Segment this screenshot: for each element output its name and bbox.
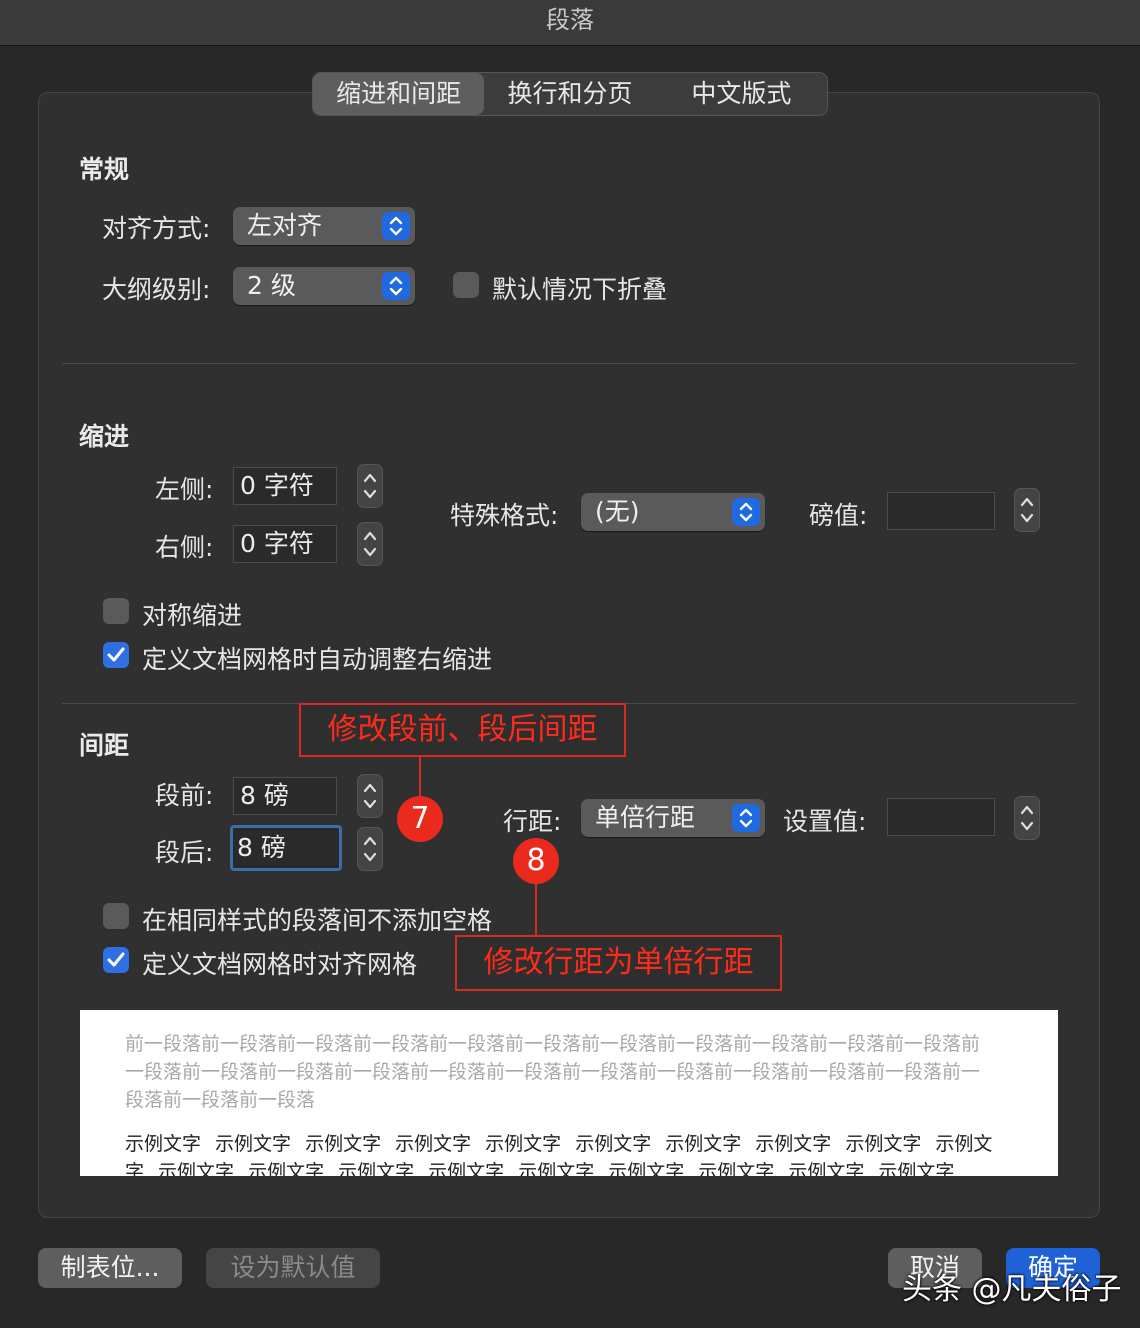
tab-indent-spacing[interactable]: 缩进和间距 [313, 73, 485, 115]
indent-by-input[interactable] [887, 492, 995, 530]
line-spacing-at-input[interactable] [887, 798, 995, 836]
annotation-badge-7: 7 [397, 796, 443, 842]
auto-right-indent-checkbox[interactable] [103, 642, 129, 668]
up-down-chevron-icon [732, 804, 760, 832]
alignment-value: 左对齐 [247, 211, 323, 240]
stepper-arrows-icon [363, 783, 377, 809]
auto-right-indent-label: 定义文档网格时自动调整右缩进 [142, 645, 493, 674]
mirror-indent-label: 对称缩进 [142, 601, 243, 630]
special-indent-value: (无) [595, 497, 640, 526]
window-title: 段落 [0, 0, 1140, 46]
space-after-input[interactable]: 8 磅 [230, 825, 342, 871]
line-spacing-value: 单倍行距 [595, 803, 696, 832]
stepper-arrows-icon [363, 836, 377, 862]
special-indent-select[interactable]: (无) [581, 493, 765, 531]
general-section-title: 常规 [79, 155, 130, 184]
up-down-chevron-icon [382, 272, 410, 300]
annotation-connector [535, 884, 537, 936]
outline-level-label: 大纲级别: [102, 275, 211, 304]
no-space-same-style-checkbox[interactable] [103, 903, 129, 929]
tab-asian-typography[interactable]: 中文版式 [656, 73, 827, 115]
snap-to-grid-label: 定义文档网格时对齐网格 [142, 950, 418, 979]
collapse-by-default-checkbox[interactable] [453, 272, 479, 298]
stepper-arrows-icon [363, 473, 377, 499]
line-spacing-select[interactable]: 单倍行距 [581, 799, 765, 837]
annotation-badge-8: 8 [513, 838, 559, 884]
space-before-input[interactable]: 8 磅 [233, 777, 337, 815]
checkmark-icon [107, 952, 125, 967]
line-spacing-at-label: 设置值: [783, 807, 867, 836]
space-before-label: 段前: [155, 781, 214, 810]
indent-by-label: 磅值: [809, 501, 868, 530]
set-default-button[interactable]: 设为默认值 [206, 1248, 380, 1288]
tab-bar: 缩进和间距 换行和分页 中文版式 [312, 72, 828, 116]
indent-section-title: 缩进 [79, 422, 130, 451]
left-indent-stepper[interactable] [357, 464, 383, 508]
alignment-select[interactable]: 左对齐 [233, 207, 415, 245]
line-spacing-label: 行距: [503, 807, 562, 836]
space-after-stepper[interactable] [357, 827, 383, 871]
tab-line-page-breaks[interactable]: 换行和分页 [484, 73, 655, 115]
section-divider [62, 363, 1076, 364]
preview-previous-paragraph: 前一段落前一段落前一段落前一段落前一段落前一段落前一段落前一段落前一段落前一段落… [125, 1033, 981, 1111]
no-space-same-style-label: 在相同样式的段落间不添加空格 [142, 906, 493, 935]
up-down-chevron-icon [732, 498, 760, 526]
left-indent-label: 左侧: [155, 475, 214, 504]
checkmark-icon [107, 647, 125, 662]
space-after-label: 段后: [155, 838, 214, 867]
stepper-arrows-icon [363, 531, 377, 557]
annotation-box-line-spacing: 修改行距为单倍行距 [455, 935, 782, 991]
preview-sample-text: 示例文字 示例文字 示例文字 示例文字 示例文字 示例文字 示例文字 示例文字 … [125, 1133, 993, 1176]
spacing-section-title: 间距 [79, 731, 130, 760]
right-indent-input[interactable]: 0 字符 [233, 525, 337, 563]
stepper-arrows-icon [1020, 497, 1034, 523]
right-indent-stepper[interactable] [357, 522, 383, 566]
collapse-by-default-label: 默认情况下折叠 [492, 275, 668, 304]
mirror-indent-checkbox[interactable] [103, 598, 129, 624]
indent-by-stepper[interactable] [1014, 488, 1040, 532]
annotation-box-spacing: 修改段前、段后间距 [299, 703, 626, 757]
line-spacing-at-stepper[interactable] [1014, 796, 1040, 840]
alignment-label: 对齐方式: [102, 214, 211, 243]
special-indent-label: 特殊格式: [450, 501, 559, 530]
watermark: 头条 @凡夫俗子 [902, 1272, 1122, 1307]
space-before-stepper[interactable] [357, 774, 383, 818]
outline-level-value: 2 级 [247, 271, 296, 300]
stepper-arrows-icon [1020, 805, 1034, 831]
annotation-connector [419, 757, 421, 797]
left-indent-input[interactable]: 0 字符 [233, 467, 337, 505]
snap-to-grid-checkbox[interactable] [103, 947, 129, 973]
right-indent-label: 右侧: [155, 533, 214, 562]
outline-level-select[interactable]: 2 级 [233, 267, 415, 305]
up-down-chevron-icon [382, 212, 410, 240]
paragraph-preview: 前一段落前一段落前一段落前一段落前一段落前一段落前一段落前一段落前一段落前一段落… [80, 1010, 1058, 1176]
tabs-button[interactable]: 制表位... [38, 1248, 182, 1288]
